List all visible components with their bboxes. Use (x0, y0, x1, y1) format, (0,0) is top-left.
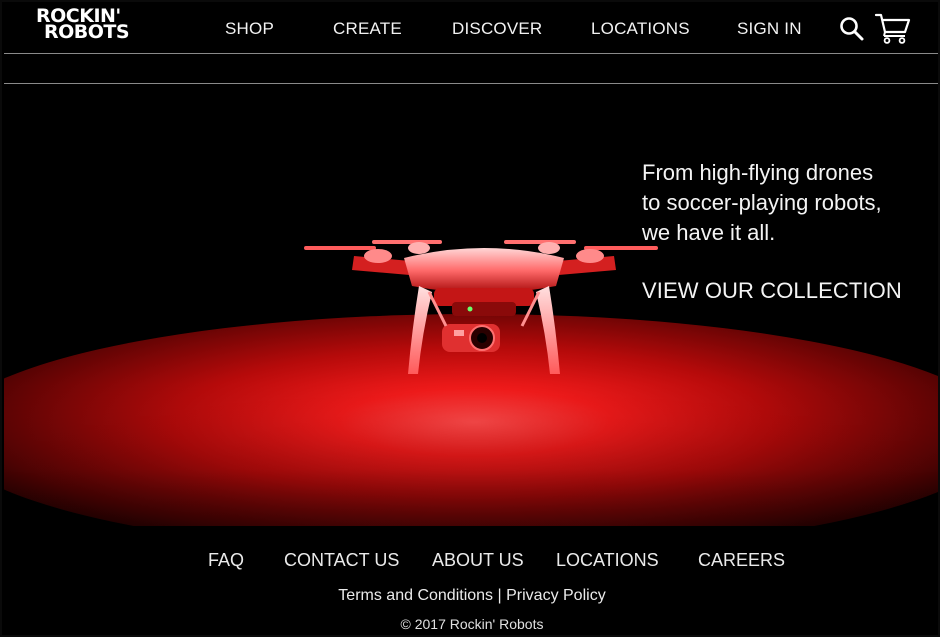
search-icon (840, 17, 864, 41)
drone-image (304, 240, 658, 374)
hero-banner: From high-flying drones to soccer-playin… (4, 84, 938, 526)
cart-button[interactable] (874, 12, 912, 44)
main-nav: SHOP CREATE DISCOVER LOCATIONS SIGN IN (2, 19, 938, 43)
view-collection-link[interactable]: VIEW OUR COLLECTION (642, 278, 902, 304)
footer-nav: FAQ CONTACT US ABOUT US LOCATIONS CAREER… (2, 550, 938, 574)
footer-link-about-us[interactable]: ABOUT US (432, 550, 524, 571)
copyright-text: © 2017 Rockin' Robots (400, 616, 544, 632)
hero-floor-shade (4, 384, 938, 526)
page: ROCKIN' ROBOTS SHOP CREATE DISCOVER LOCA… (0, 0, 940, 637)
nav-discover[interactable]: DISCOVER (452, 19, 542, 39)
footer-link-faq[interactable]: FAQ (208, 550, 244, 571)
legal-separator: | (497, 587, 502, 604)
footer-link-contact-us[interactable]: CONTACT US (284, 550, 399, 571)
nav-locations[interactable]: LOCATIONS (591, 19, 690, 39)
site-footer: FAQ CONTACT US ABOUT US LOCATIONS CAREER… (2, 526, 938, 635)
hero-tagline-line-3: we have it all. (642, 220, 776, 245)
legal-links: Terms and Conditions | Privacy Policy (2, 587, 938, 605)
privacy-link[interactable]: Privacy Policy (506, 587, 606, 604)
footer-link-careers[interactable]: CAREERS (698, 550, 785, 571)
header-divider (4, 53, 938, 54)
hero-tagline-line-1: From high-flying drones (642, 160, 874, 185)
nav-shop[interactable]: SHOP (225, 19, 274, 39)
hero-tagline-line-2: to soccer-playing robots, (642, 190, 882, 215)
footer-link-locations[interactable]: LOCATIONS (556, 550, 659, 571)
terms-link[interactable]: Terms and Conditions (338, 587, 493, 604)
cart-icon (874, 13, 911, 44)
nav-sign-in[interactable]: SIGN IN (737, 19, 802, 39)
search-button[interactable] (838, 15, 866, 43)
hero-tagline: From high-flying drones to soccer-playin… (642, 158, 932, 248)
nav-create[interactable]: CREATE (333, 19, 402, 39)
site-header: ROCKIN' ROBOTS SHOP CREATE DISCOVER LOCA… (2, 2, 938, 54)
